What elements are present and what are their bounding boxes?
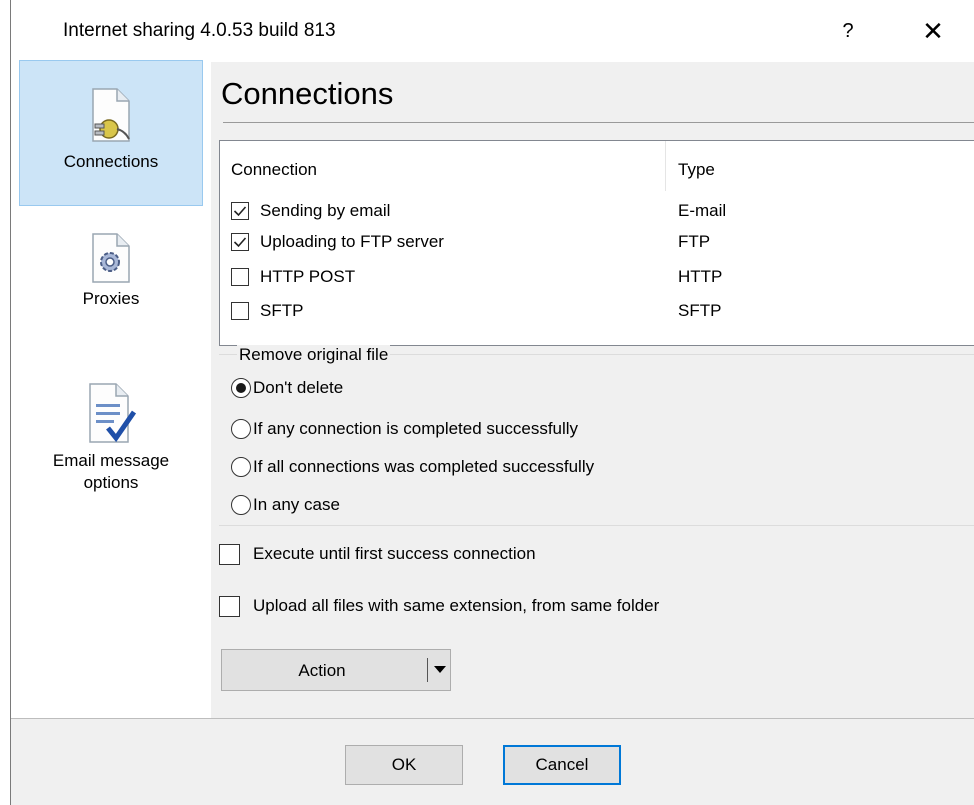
- radio-label: In any case: [253, 495, 340, 514]
- plug-icon: [92, 88, 130, 142]
- sidebar-item-label-line2: options: [83, 473, 139, 492]
- row-connection-type: E-mail: [678, 201, 727, 220]
- checkbox-box[interactable]: [219, 544, 240, 565]
- row-connection-type: SFTP: [678, 301, 722, 320]
- row-connection-name: HTTP POST: [260, 267, 356, 286]
- connections-list[interactable]: Connection Type Sending by email E-mail …: [219, 140, 974, 346]
- sidebar-item-label-line1: Email message: [52, 451, 170, 470]
- action-button-label: Action: [298, 661, 346, 680]
- sidebar: Connections Proxies Email message option…: [11, 60, 211, 718]
- sidebar-item-connections[interactable]: Connections: [19, 60, 203, 206]
- row-checkbox[interactable]: [231, 302, 249, 320]
- ok-button[interactable]: OK: [345, 745, 463, 785]
- group-legend: Remove original file: [237, 345, 391, 365]
- action-split-button[interactable]: Action: [221, 649, 451, 691]
- radio-button[interactable]: [231, 495, 251, 515]
- email-options-icon: [89, 383, 136, 443]
- window-title: Internet sharing 4.0.53 build 813: [63, 20, 336, 41]
- gear-icon: [92, 233, 130, 283]
- column-header-connection[interactable]: Connection: [231, 160, 317, 180]
- list-item[interactable]: Uploading to FTP server FTP: [231, 229, 971, 259]
- radio-label: Don't delete: [253, 378, 344, 397]
- list-item[interactable]: HTTP POST HTTP: [231, 264, 971, 294]
- checkbox-box[interactable]: [219, 596, 240, 617]
- sidebar-item-label: Proxies: [82, 289, 140, 308]
- row-checkbox[interactable]: [231, 233, 249, 251]
- footer-divider: [11, 718, 974, 719]
- checkbox-label: Execute until first success connection: [253, 544, 536, 563]
- radio-button[interactable]: [231, 419, 251, 439]
- title-divider: [223, 122, 974, 123]
- help-button[interactable]: ?: [833, 14, 863, 48]
- list-item[interactable]: SFTP SFTP: [231, 298, 971, 328]
- row-connection-type: HTTP: [678, 267, 723, 286]
- radio-button[interactable]: [231, 457, 251, 477]
- radio-label: If any connection is completed successfu…: [253, 419, 579, 438]
- cancel-button[interactable]: Cancel: [503, 745, 621, 785]
- page-title: Connections: [221, 76, 394, 111]
- checkmark-icon: [233, 206, 247, 217]
- row-checkbox[interactable]: [231, 268, 249, 286]
- row-connection-type: FTP: [678, 232, 711, 251]
- split-separator: [427, 658, 428, 682]
- dialog-window: Internet sharing 4.0.53 build 813 ? ✕ Co…: [10, 0, 974, 805]
- checkbox-label: Upload all files with same extension, fr…: [253, 596, 660, 615]
- dropdown-arrow-icon[interactable]: [434, 666, 446, 674]
- radio-button[interactable]: [231, 378, 251, 398]
- radio-label: If all connections was completed success…: [253, 457, 595, 476]
- checkmark-icon: [233, 237, 247, 248]
- column-separator[interactable]: [665, 141, 666, 191]
- list-item[interactable]: Sending by email E-mail: [231, 198, 971, 228]
- row-connection-name: Uploading to FTP server: [260, 232, 444, 251]
- row-checkbox[interactable]: [231, 202, 249, 220]
- row-connection-name: Sending by email: [260, 201, 391, 220]
- sidebar-item-label: Connections: [63, 152, 159, 171]
- sidebar-item-proxies[interactable]: Proxies: [19, 232, 203, 342]
- row-connection-name: SFTP: [260, 301, 304, 320]
- title-bar: Internet sharing 4.0.53 build 813 ? ✕: [11, 0, 974, 62]
- column-header-type[interactable]: Type: [678, 160, 715, 180]
- sidebar-item-email-message-options[interactable]: Email message options: [19, 382, 203, 512]
- close-button[interactable]: ✕: [915, 14, 951, 48]
